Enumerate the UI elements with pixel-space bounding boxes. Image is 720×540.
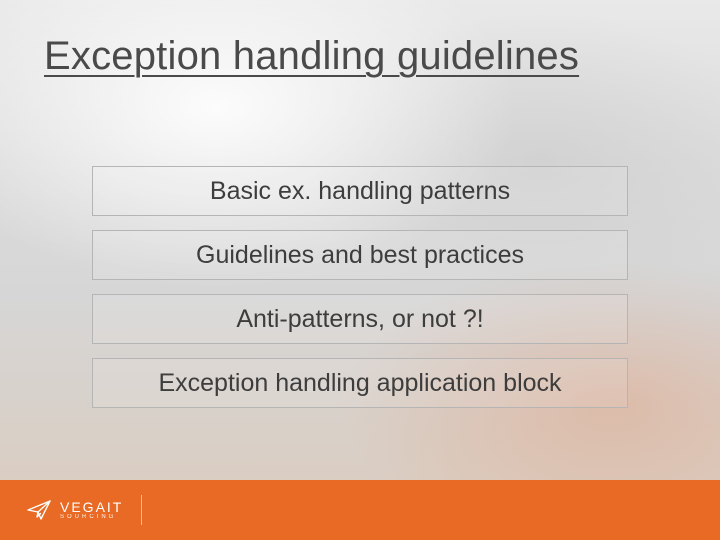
item-list: Basic ex. handling patterns Guidelines a… xyxy=(92,166,628,408)
brand-subtext: SOURCING xyxy=(60,514,123,520)
page-title: Exception handling guidelines xyxy=(44,34,579,79)
brand-name: VEGAIT xyxy=(60,499,123,515)
footer-bar: VEGAIT SOURCING xyxy=(0,480,720,540)
brand-logo: VEGAIT SOURCING xyxy=(26,497,123,523)
list-item-label: Guidelines and best practices xyxy=(196,241,524,270)
list-item-label: Anti-patterns, or not ?! xyxy=(236,305,483,334)
paper-plane-icon xyxy=(26,497,52,523)
list-item: Guidelines and best practices xyxy=(92,230,628,280)
slide: Exception handling guidelines Basic ex. … xyxy=(0,0,720,540)
list-item-label: Basic ex. handling patterns xyxy=(210,177,510,206)
list-item-label: Exception handling application block xyxy=(158,369,561,398)
list-item: Exception handling application block xyxy=(92,358,628,408)
footer-divider xyxy=(141,495,142,525)
brand-text: VEGAIT SOURCING xyxy=(60,500,123,521)
list-item: Basic ex. handling patterns xyxy=(92,166,628,216)
list-item: Anti-patterns, or not ?! xyxy=(92,294,628,344)
